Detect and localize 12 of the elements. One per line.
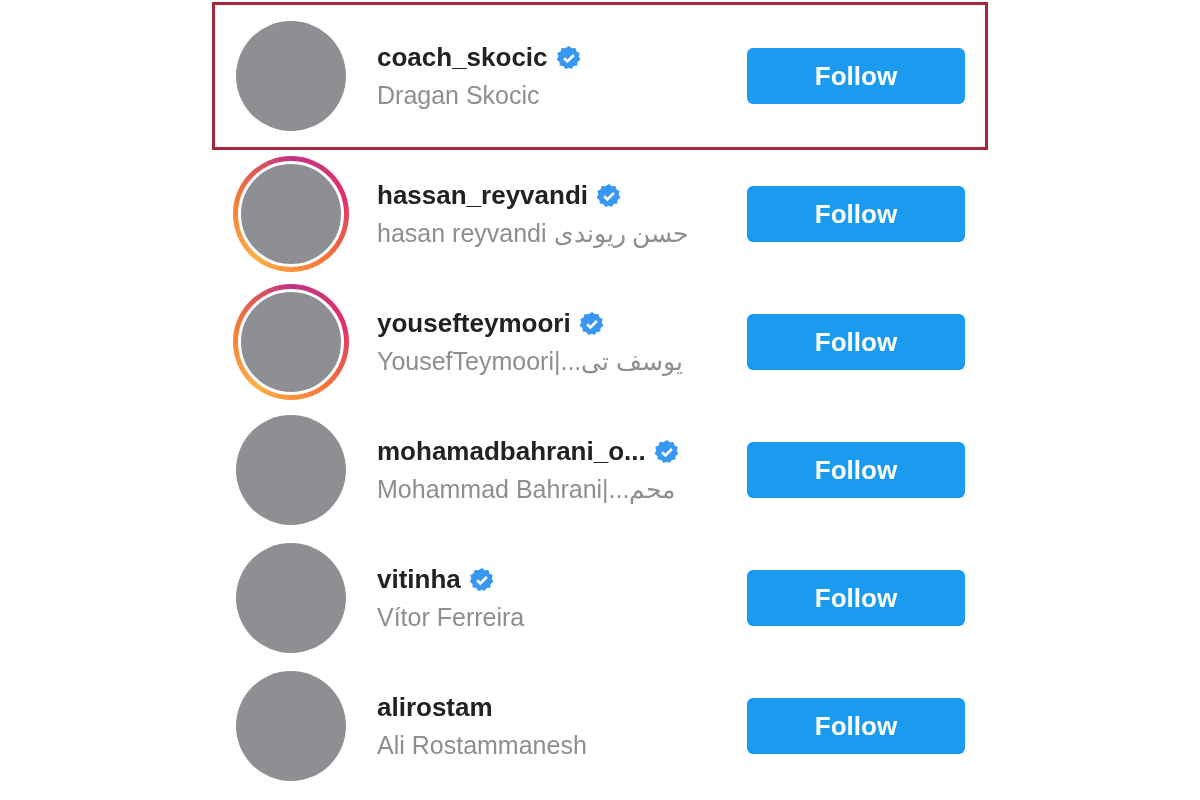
username[interactable]: yousefteymoori — [377, 308, 571, 339]
username[interactable]: hassan_reyvandi — [377, 180, 588, 211]
full-name: Ali Rostammanesh — [377, 731, 587, 760]
full-name: Vítor Ferreira — [377, 603, 525, 632]
username[interactable]: coach_skocic — [377, 42, 548, 73]
full-name: hasan reyvandi حسن ریوندی — [377, 219, 689, 248]
username[interactable]: mohamadbahrani_o... — [377, 436, 646, 467]
full-name: Mohammad Bahrani|...محم — [377, 475, 676, 504]
full-name: Dragan Skocic — [377, 81, 540, 110]
username[interactable]: alirostam — [377, 692, 493, 723]
full-name: YousefTeymoori|...یوسف تی — [377, 347, 684, 376]
username[interactable]: vitinha — [377, 564, 461, 595]
